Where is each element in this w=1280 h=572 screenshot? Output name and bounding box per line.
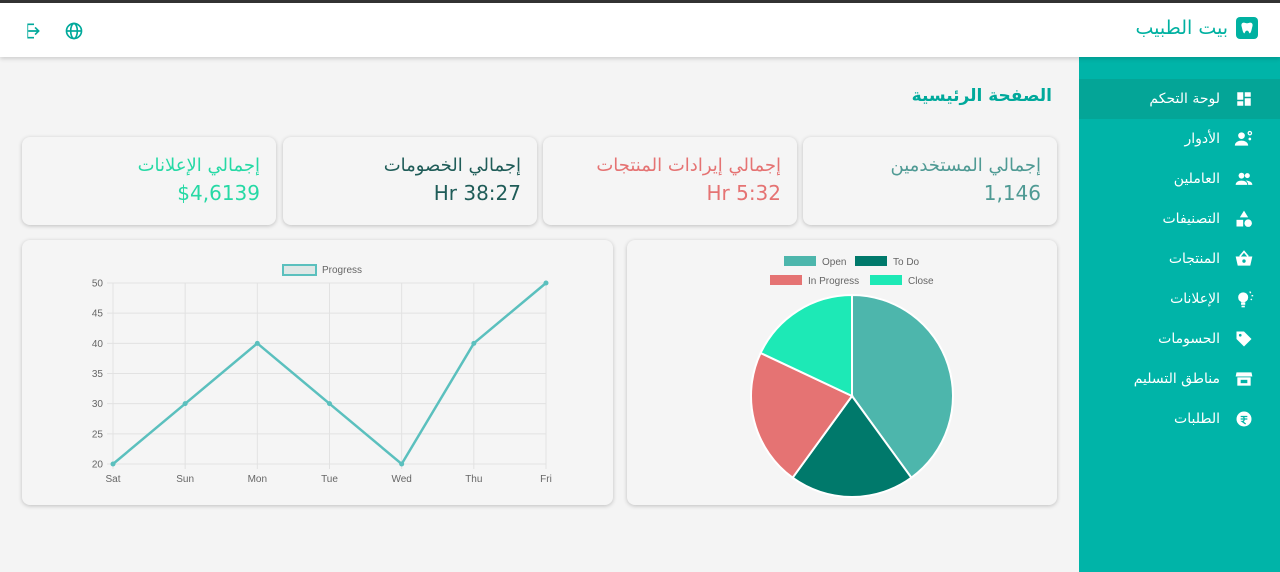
sidebar-item-label: العاملين — [1173, 171, 1220, 187]
tooth-logo-icon — [1236, 17, 1258, 39]
legend-label: Progress — [322, 265, 362, 276]
x-tick-label: Sun — [176, 474, 194, 485]
sidebar-item-label: الأدوار — [1184, 131, 1220, 147]
sidebar-item-ads[interactable]: الإعلانات — [1079, 279, 1280, 319]
legend-label: Close — [908, 276, 934, 287]
store-icon — [1234, 369, 1254, 389]
stat-value: 1,146 — [983, 181, 1041, 205]
y-tick-label: 25 — [92, 429, 104, 440]
dashboard-icon — [1234, 89, 1254, 109]
sidebar-item-label: مناطق التسليم — [1133, 371, 1220, 387]
sidebar-item-label: التصنيفات — [1162, 211, 1221, 227]
sidebar-item-label: لوحة التحكم — [1149, 91, 1220, 107]
sidebar-item-delivery-zones[interactable]: مناطق التسليم — [1079, 359, 1280, 399]
stat-label: إجمالي المستخدمين — [890, 155, 1041, 176]
stat-card-product-revenue: إجمالي إيرادات المنتجات Hr 5:32 — [543, 137, 797, 225]
sidebar-item-label: الإعلانات — [1170, 291, 1220, 307]
orders-icon — [1234, 409, 1254, 429]
x-tick-label: Sat — [105, 474, 120, 485]
legend-label: In Progress — [808, 276, 859, 287]
language-globe-icon[interactable] — [64, 21, 86, 43]
y-tick-label: 30 — [92, 399, 104, 410]
legend-swatch — [870, 275, 902, 285]
data-point — [110, 461, 116, 467]
app-header: بيت الطبيب — [0, 3, 1280, 57]
legend-swatch — [855, 256, 887, 266]
pie-chart: Open To Do In Progress Close — [750, 256, 954, 498]
y-tick-label: 45 — [92, 309, 104, 320]
stat-card-discounts: إجمالي الخصومات Hr 38:27 — [283, 137, 537, 225]
tag-icon — [1234, 329, 1254, 349]
data-point — [543, 280, 549, 286]
data-point — [182, 401, 188, 407]
sidebar-item-dashboard[interactable]: لوحة التحكم — [1079, 79, 1280, 119]
stat-value: $4,6139 — [177, 181, 260, 205]
sidebar-item-roles[interactable]: الأدوار — [1079, 119, 1280, 159]
stat-value: Hr 38:27 — [433, 181, 521, 205]
legend-label: Open — [822, 257, 846, 268]
sidebar-item-products[interactable]: المنتجات — [1079, 239, 1280, 279]
legend-swatch — [770, 275, 802, 285]
data-point — [254, 340, 260, 346]
y-tick-label: 35 — [92, 369, 104, 380]
y-tick-label: 50 — [92, 279, 104, 290]
stat-label: إجمالي إيرادات المنتجات — [596, 155, 781, 176]
stat-card-users: إجمالي المستخدمين 1,146 — [803, 137, 1057, 225]
stat-value: Hr 5:32 — [706, 181, 781, 205]
page-title: الصفحة الرئيسية — [911, 86, 1052, 106]
y-tick-label: 20 — [92, 460, 104, 471]
pie-chart-card: Open To Do In Progress Close — [627, 240, 1057, 505]
logout-icon[interactable] — [24, 21, 46, 43]
brand-name: بيت الطبيب — [1135, 17, 1229, 39]
x-tick-label: Mon — [248, 474, 267, 485]
lightbulb-icon — [1234, 289, 1254, 309]
data-point — [471, 340, 477, 346]
y-tick-label: 40 — [92, 339, 104, 350]
sidebar-item-label: الطلبات — [1174, 411, 1220, 427]
sidebar-item-orders[interactable]: الطلبات — [1079, 399, 1280, 439]
categories-icon — [1234, 209, 1254, 229]
data-point — [399, 461, 405, 467]
x-tick-label: Fri — [540, 474, 552, 485]
sidebar-item-categories[interactable]: التصنيفات — [1079, 199, 1280, 239]
stat-card-ads: إجمالي الإعلانات $4,6139 — [22, 137, 276, 225]
data-point — [327, 401, 332, 407]
line-chart-card: Progress 20 25 30 35 40 45 50 Sat Sun Mon Tue Wed Thu… — [22, 240, 613, 505]
stat-label: إجمالي الإعلانات — [137, 155, 260, 176]
sidebar-item-label: المنتجات — [1168, 251, 1220, 267]
x-tick-label: Tue — [321, 474, 338, 485]
sidebar-item-label: الحسومات — [1158, 331, 1220, 347]
x-tick-label: Thu — [465, 474, 482, 485]
sidebar: لوحة التحكم الأدوار العاملين التصنيفات ا… — [1079, 57, 1280, 572]
legend-swatch — [784, 256, 816, 266]
stat-label: إجمالي الخصومات — [383, 155, 521, 176]
basket-icon — [1234, 249, 1254, 269]
legend-swatch — [282, 264, 317, 276]
brand[interactable]: بيت الطبيب — [1135, 17, 1258, 39]
x-tick-label: Wed — [391, 474, 411, 485]
line-chart: Progress 20 25 30 35 40 45 50 Sat Sun Mon Tue Wed Thu… — [92, 264, 552, 485]
employees-icon — [1234, 169, 1254, 189]
sidebar-item-employees[interactable]: العاملين — [1079, 159, 1280, 199]
roles-icon — [1234, 129, 1254, 149]
sidebar-item-discounts[interactable]: الحسومات — [1079, 319, 1280, 359]
legend-label: To Do — [893, 257, 920, 268]
